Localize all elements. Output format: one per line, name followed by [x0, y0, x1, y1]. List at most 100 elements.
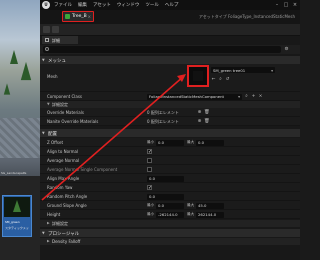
save-icon[interactable] — [43, 26, 50, 33]
align-max-angle-label: Align Max Angle — [47, 176, 80, 181]
browse-icon[interactable] — [52, 26, 59, 33]
menu-bar: ファイル 編集 アセット ウィンドウ ツール ヘルプ — [54, 2, 178, 8]
details-search-input[interactable] — [43, 46, 281, 53]
asset-thumbnail-name: SM_green — [5, 220, 20, 224]
mesh-asset-dropdown[interactable]: SM_green tree01 ▾ — [211, 67, 275, 73]
tree-shape — [10, 50, 18, 64]
tab-details[interactable]: 詳細 — [42, 36, 78, 44]
clear-icon[interactable]: × — [258, 94, 263, 99]
menu-asset[interactable]: アセット — [93, 2, 111, 8]
override-materials-value: 0 配列エレメント — [147, 110, 179, 115]
browse-asset-icon[interactable]: ⌕ — [218, 77, 223, 82]
menu-file[interactable]: ファイル — [54, 2, 72, 8]
ground-slope-max-field[interactable]: 45.0 — [196, 202, 224, 209]
settings-gear-icon[interactable]: ⚙ — [284, 47, 289, 52]
z-offset-row: Z Offset 最小 0.0 最大 0.0 — [40, 138, 300, 147]
max-label: 最大 — [187, 140, 195, 144]
section-procedural[interactable]: ▼ プロシージャル — [40, 229, 300, 237]
delete-element-icon[interactable]: 🗑 — [204, 119, 210, 124]
add-element-icon[interactable]: ⊕ — [197, 110, 202, 115]
use-selected-icon[interactable]: ← — [211, 77, 216, 82]
z-offset-min-field[interactable]: 0.0 — [156, 139, 184, 146]
chevron-down-icon: ▾ — [271, 67, 273, 73]
minimize-icon[interactable]: – — [274, 2, 280, 8]
density-falloff-header[interactable]: ▶ Density Falloff — [40, 238, 300, 245]
min-label: 最小 — [147, 212, 155, 216]
min-label: 最小 — [147, 203, 155, 207]
add-element-icon[interactable]: ⊕ — [197, 119, 202, 124]
mesh-preview — [193, 71, 203, 81]
tab-bar: Tree_B × アセットタイプ FoliageType_InstancedSt… — [40, 10, 300, 24]
menu-tools[interactable]: ツール — [145, 2, 159, 8]
mesh-advanced-header[interactable]: ▼ 詳細設定 — [40, 101, 300, 108]
ground-slope-label: Ground Slope Angle — [47, 203, 87, 208]
average-normal-checkbox[interactable] — [147, 158, 152, 163]
mesh-label: Mesh — [47, 74, 58, 79]
title-bar: U ファイル 編集 アセット ウィンドウ ツール ヘルプ – □ × — [40, 0, 300, 10]
collapse-arrow-icon: ▼ — [42, 231, 45, 235]
viewport-floor — [0, 118, 40, 158]
override-materials-row: Override Materials 0 配列エレメント ⊕ 🗑 — [40, 108, 300, 117]
close-icon[interactable]: × — [292, 2, 298, 8]
tree-shape — [3, 83, 11, 95]
section-procedural-label: プロシージャル — [48, 231, 80, 237]
asset-type-label: アセットタイプ FoliageType_InstancedStaticMesh — [198, 14, 295, 19]
tree-thumbnail-image — [4, 197, 30, 217]
collapse-arrow-icon: ▶ — [47, 239, 50, 243]
chevron-down-icon: ▾ — [238, 94, 240, 99]
align-max-angle-row: Align Max Angle 0.0 — [40, 174, 300, 183]
asset-thumbnail[interactable]: SM_green スタティックメッ — [2, 195, 32, 237]
nanite-override-label: Nanite Override Materials — [47, 119, 99, 124]
height-label: Height — [47, 212, 61, 217]
align-to-normal-checkbox[interactable] — [147, 149, 152, 155]
average-normal-row: Average Normal — [40, 156, 300, 165]
delete-element-icon[interactable]: 🗑 — [204, 110, 210, 115]
section-placement[interactable]: ▼ 配置 — [40, 129, 300, 137]
average-normal-single-label: Average Normal Single Component — [47, 167, 118, 172]
section-mesh-label: メッシュ — [48, 58, 66, 64]
height-row: Height 最小 -262144.0 最大 262144.0 — [40, 210, 300, 219]
mesh-row: Mesh SM_green tree01 ▾ ← ⌕ ↺ — [40, 64, 300, 92]
mesh-asset-value: SM_green tree01 — [213, 67, 246, 73]
nanite-override-value: 0 配列エレメント — [147, 119, 179, 124]
component-class-dropdown[interactable]: FoliageInstancedStaticMeshComponent ▾ — [147, 93, 242, 100]
reset-icon[interactable]: ↺ — [225, 77, 230, 82]
min-label: 最小 — [147, 140, 155, 144]
height-min-field[interactable]: -262144.0 — [156, 211, 184, 218]
height-max-field[interactable]: 262144.0 — [196, 211, 224, 218]
random-pitch-row: Random Pitch Angle 0.0 — [40, 192, 300, 201]
placement-advanced-label: 詳細設定 — [52, 221, 68, 226]
random-pitch-field[interactable]: 0.0 — [147, 193, 184, 200]
search-row: ⚙ — [40, 45, 300, 54]
component-class-label: Component Class — [47, 94, 83, 99]
maximize-icon[interactable]: □ — [283, 2, 289, 8]
tab-tree-b[interactable]: Tree_B × — [62, 11, 94, 22]
placement-advanced-header[interactable]: ▶ 詳細設定 — [40, 220, 300, 227]
section-mesh[interactable]: ▼ メッシュ — [40, 56, 300, 64]
add-icon[interactable]: + — [251, 94, 256, 99]
z-offset-max-field[interactable]: 0.0 — [196, 139, 224, 146]
tab-close-icon[interactable]: × — [88, 14, 91, 19]
average-normal-label: Average Normal — [47, 158, 80, 163]
collapse-arrow-icon: ▶ — [47, 221, 50, 225]
density-falloff-label: Density Falloff — [52, 239, 81, 244]
browse-icon[interactable]: ⌕ — [244, 94, 249, 99]
average-normal-single-row: Average Normal Single Component — [40, 165, 300, 174]
asset-thumbnail-type: スタティックメッ — [5, 226, 29, 230]
mesh-thumbnail[interactable] — [187, 65, 209, 87]
random-yaw-checkbox[interactable] — [147, 185, 152, 191]
menu-help[interactable]: ヘルプ — [165, 2, 179, 8]
collapse-arrow-icon: ▼ — [42, 58, 45, 62]
menu-edit[interactable]: 編集 — [78, 2, 87, 8]
align-to-normal-row: Align to Normal — [40, 147, 300, 156]
toolbar — [40, 24, 300, 36]
component-class-value: FoliageInstancedStaticMeshComponent — [149, 94, 225, 100]
ground-slope-min-field[interactable]: 0.0 — [156, 202, 184, 209]
menu-window[interactable]: ウィンドウ — [117, 2, 140, 8]
align-max-angle-field[interactable]: 0.0 — [147, 175, 184, 182]
unreal-logo-icon: U — [42, 1, 50, 9]
nanite-override-row: Nanite Override Materials 0 配列エレメント ⊕ 🗑 — [40, 117, 300, 126]
foliage-type-icon — [65, 14, 70, 19]
average-normal-single-checkbox[interactable] — [147, 167, 152, 172]
tab-label: Tree_B — [72, 14, 87, 19]
